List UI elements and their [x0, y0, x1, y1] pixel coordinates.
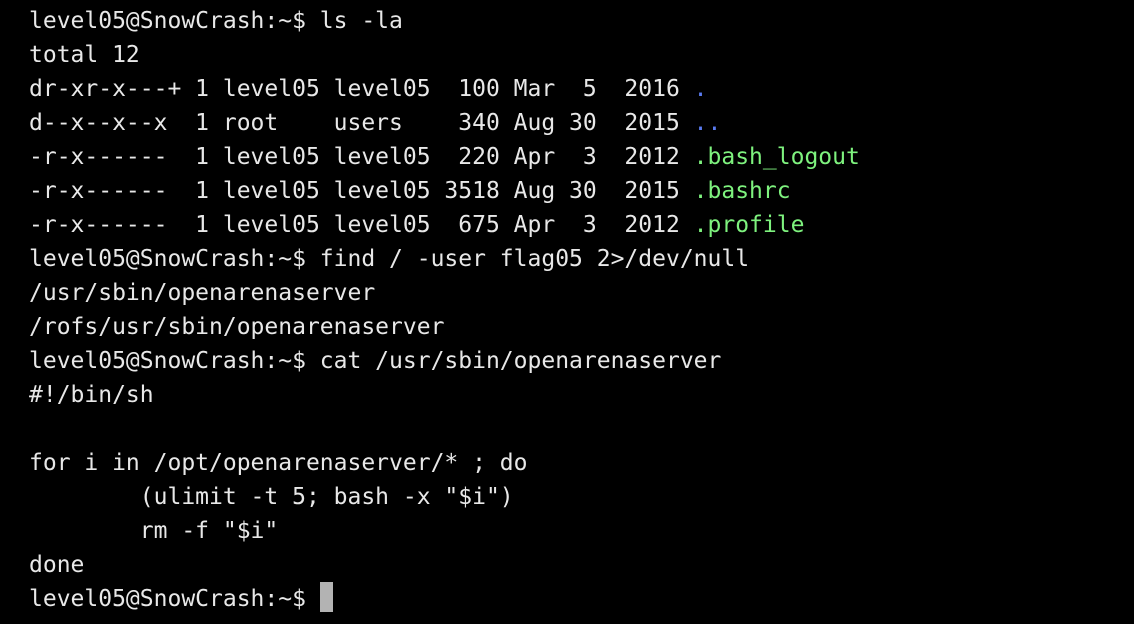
terminal-line: rm -f "$i": [29, 514, 1134, 548]
file-name: .profile: [693, 212, 805, 238]
terminal-line: dr-xr-x---+ 1 level05 level05 100 Mar 5 …: [29, 72, 1134, 106]
terminal-line: (ulimit -t 5; bash -x "$i"): [29, 480, 1134, 514]
cursor-block: [319, 582, 333, 612]
terminal-text: -r-x------ 1 level05 level05 220 Apr 3 2…: [29, 144, 694, 170]
terminal-text: #!/bin/sh: [29, 382, 154, 408]
terminal-window[interactable]: level05@SnowCrash:~$ ls -la total 12 dr-xr…: [0, 0, 1134, 624]
terminal-line: /usr/sbin/openarenaserver: [29, 276, 1134, 310]
terminal-text: rm -f "$i": [29, 518, 279, 544]
file-name: .bashrc: [693, 178, 791, 204]
terminal-line: level05@SnowCrash:~$: [29, 582, 1134, 616]
terminal-text: level05@SnowCrash:~$: [29, 586, 320, 612]
directory-name: .: [693, 76, 708, 102]
terminal-text: /rofs/usr/sbin/openarenaserver: [29, 314, 445, 340]
terminal-line: level05@SnowCrash:~$ ls -la: [29, 4, 1134, 38]
terminal-text: done: [29, 552, 85, 578]
terminal-text: dr-xr-x---+ 1 level05 level05 100 Mar 5 …: [29, 76, 694, 102]
file-name: .bash_logout: [693, 144, 860, 170]
terminal-line: level05@SnowCrash:~$ cat /usr/sbin/opena…: [29, 344, 1134, 378]
terminal-text: for i in /opt/openarenaserver/* ; do: [29, 450, 528, 476]
terminal-text: d--x--x--x 1 root users 340 Aug 30 2015: [29, 110, 694, 136]
terminal-output: level05@SnowCrash:~$ ls -la total 12 dr-xr…: [29, 4, 1134, 616]
terminal-text: level05@SnowCrash:~$ find / -user flag05…: [29, 246, 750, 272]
directory-name: ..: [693, 110, 722, 136]
terminal-text: (ulimit -t 5; bash -x "$i"): [29, 484, 514, 510]
terminal-text: total 12: [29, 42, 140, 68]
terminal-line: -r-x------ 1 level05 level05 3518 Aug 30…: [29, 174, 1134, 208]
terminal-line: total 12: [29, 38, 1134, 72]
terminal-line: level05@SnowCrash:~$ find / -user flag05…: [29, 242, 1134, 276]
terminal-line: d--x--x--x 1 root users 340 Aug 30 2015 …: [29, 106, 1134, 140]
terminal-line: for i in /opt/openarenaserver/* ; do: [29, 446, 1134, 480]
terminal-line: done: [29, 548, 1134, 582]
terminal-line: -r-x------ 1 level05 level05 220 Apr 3 2…: [29, 140, 1134, 174]
terminal-line: /rofs/usr/sbin/openarenaserver: [29, 310, 1134, 344]
terminal-text: -r-x------ 1 level05 level05 675 Apr 3 2…: [29, 212, 694, 238]
terminal-line: #!/bin/sh: [29, 378, 1134, 412]
terminal-line: -r-x------ 1 level05 level05 675 Apr 3 2…: [29, 208, 1134, 242]
terminal-text: /usr/sbin/openarenaserver: [29, 280, 376, 306]
terminal-text: -r-x------ 1 level05 level05 3518 Aug 30…: [29, 178, 694, 204]
terminal-text: level05@SnowCrash:~$ cat /usr/sbin/opena…: [29, 348, 722, 374]
terminal-text: level05@SnowCrash:~$ ls -la: [29, 8, 403, 34]
